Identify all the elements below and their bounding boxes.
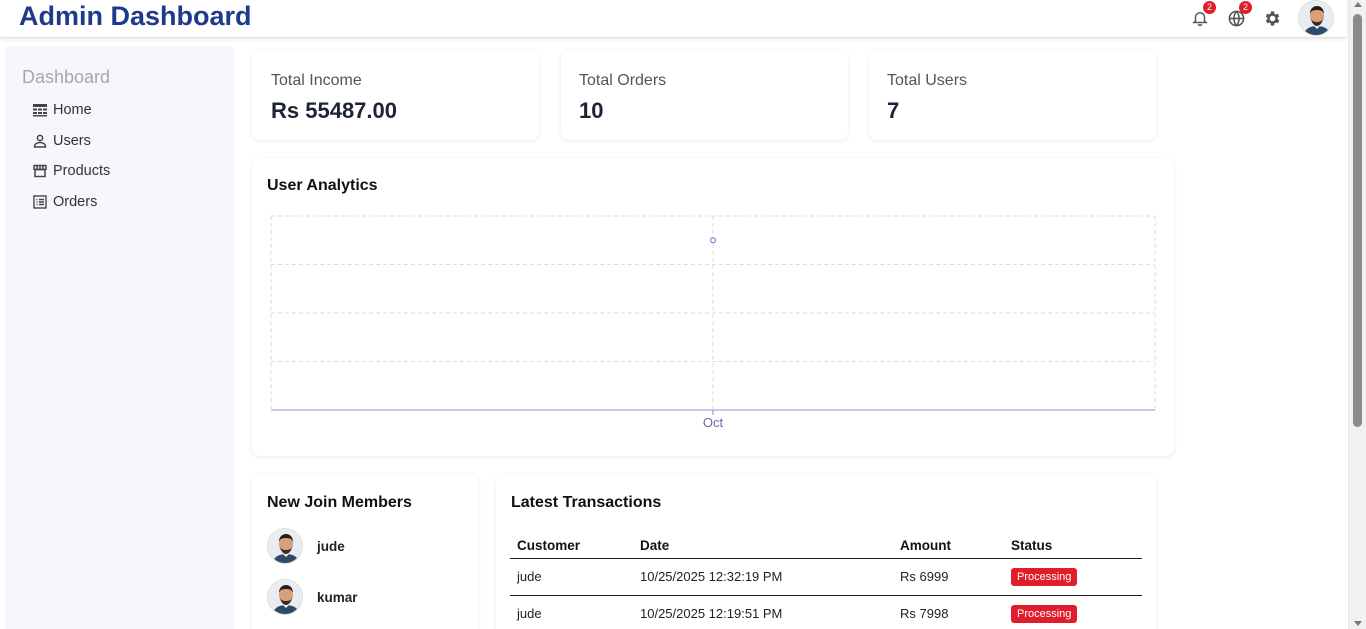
avatar xyxy=(267,528,303,564)
column-header-date: Date xyxy=(633,533,893,559)
member-name: kumar xyxy=(317,589,358,605)
sidebar-title: Dashboard xyxy=(22,67,111,87)
column-header-amount: Amount xyxy=(893,533,1004,559)
status-badge: Processing xyxy=(1011,567,1078,586)
table-row[interactable]: jude 10/25/2025 12:19:51 PM Rs 7998 Proc… xyxy=(510,595,1142,629)
sidebar: Dashboard Home Users Products Orders xyxy=(5,46,234,629)
stat-card-users: Total Users 7 xyxy=(869,50,1156,140)
sidebar-item-home[interactable]: Home xyxy=(32,102,92,118)
date-cell: 10/25/2025 12:32:19 PM xyxy=(633,558,893,596)
table-header-row: Customer Date Amount Status xyxy=(510,533,1142,559)
settings-button[interactable] xyxy=(1260,6,1284,30)
notifications-badge: 2 xyxy=(1203,1,1216,14)
column-header-status: Status xyxy=(1004,533,1142,559)
language-button[interactable]: 2 xyxy=(1224,1,1252,30)
stat-label: Total Income xyxy=(271,72,362,89)
customer-cell: jude xyxy=(510,558,633,596)
member-name: jude xyxy=(317,538,345,554)
scroll-up-arrow-icon[interactable] xyxy=(1354,2,1362,7)
transactions-table: Customer Date Amount Status jude 10/25/2… xyxy=(510,533,1142,629)
member-item[interactable]: kumar xyxy=(267,579,358,615)
scrollbar-thumb[interactable] xyxy=(1353,14,1362,427)
gear-icon xyxy=(1265,10,1279,26)
notifications-button[interactable]: 2 xyxy=(1188,1,1216,30)
stat-label: Total Users xyxy=(887,72,968,89)
scroll-down-arrow-icon[interactable] xyxy=(1354,621,1362,626)
latest-transactions-card: Latest Transactions Customer Date Amount… xyxy=(496,474,1156,629)
table-icon xyxy=(32,103,47,118)
column-header-customer: Customer xyxy=(510,533,633,559)
user-analytics-card: User Analytics Oct xyxy=(252,158,1174,456)
data-point xyxy=(709,237,717,244)
amount-cell: Rs 6999 xyxy=(893,558,1004,596)
sidebar-item-orders[interactable]: Orders xyxy=(32,194,97,210)
amount-cell: Rs 7998 xyxy=(893,595,1004,629)
table-row[interactable]: jude 10/25/2025 12:32:19 PM Rs 6999 Proc… xyxy=(510,558,1142,596)
x-tick-label: Oct xyxy=(703,415,724,430)
sidebar-item-label: Home xyxy=(53,102,92,118)
stat-value: Rs 55487.00 xyxy=(271,98,397,123)
app-title: Admin Dashboard xyxy=(19,1,252,31)
sidebar-item-label: Orders xyxy=(53,194,98,210)
stat-value: 10 xyxy=(579,98,604,123)
new-members-title: New Join Members xyxy=(267,494,412,511)
messages-badge: 2 xyxy=(1239,1,1252,14)
store-icon xyxy=(32,164,47,179)
sidebar-item-products[interactable]: Products xyxy=(32,163,110,179)
status-cell: Processing xyxy=(1004,595,1142,629)
sidebar-item-label: Users xyxy=(53,133,91,149)
user-icon xyxy=(32,134,47,149)
avatar xyxy=(267,579,303,615)
top-icons: 2 2 xyxy=(1176,0,1334,36)
status-cell: Processing xyxy=(1004,558,1142,596)
status-badge: Processing xyxy=(1011,604,1078,623)
latest-transactions-title: Latest Transactions xyxy=(511,494,662,511)
top-bar: Admin Dashboard 2 2 xyxy=(0,0,1346,38)
stat-value: 7 xyxy=(887,98,900,123)
profile-avatar[interactable] xyxy=(1298,0,1334,36)
customer-cell: jude xyxy=(510,595,633,629)
stat-card-income: Total Income Rs 55487.00 xyxy=(252,50,539,140)
avatar-icon xyxy=(1299,1,1333,35)
new-members-card: New Join Members jude kumar xyxy=(252,474,478,629)
date-cell: 10/25/2025 12:19:51 PM xyxy=(633,595,893,629)
page-scrollbar[interactable] xyxy=(1348,0,1366,629)
user-analytics-chart: Oct xyxy=(270,215,1156,430)
sidebar-item-users[interactable]: Users xyxy=(32,133,91,149)
avatar-icon xyxy=(268,580,302,614)
stat-label: Total Orders xyxy=(579,72,667,89)
stat-card-orders: Total Orders 10 xyxy=(561,50,848,140)
sidebar-item-label: Products xyxy=(53,163,111,179)
avatar-icon xyxy=(268,529,302,563)
list-icon xyxy=(32,195,47,210)
member-item[interactable]: jude xyxy=(267,528,345,564)
